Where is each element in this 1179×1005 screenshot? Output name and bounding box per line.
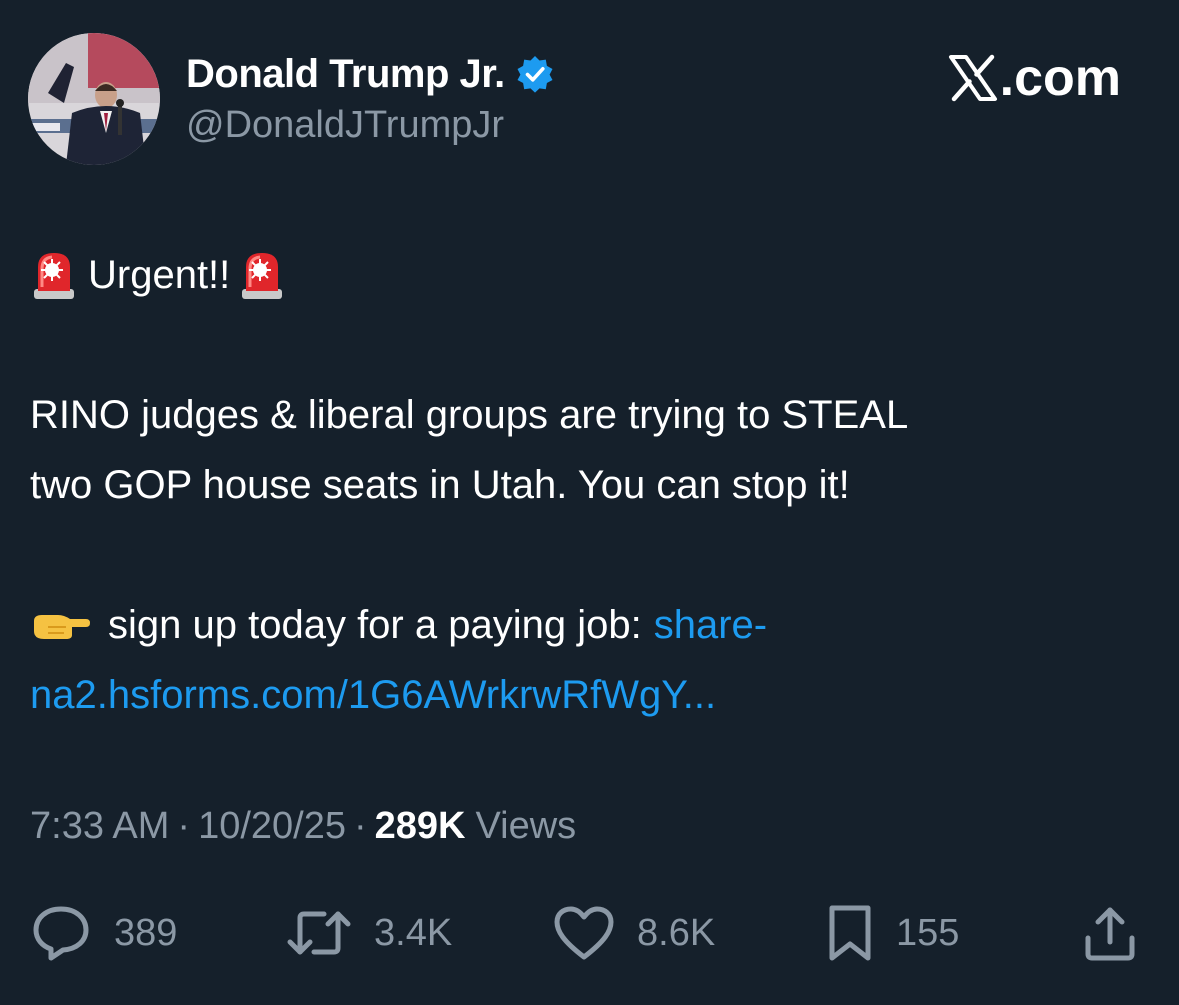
cta-line: sign up today for a paying job: share- (30, 590, 767, 660)
bookmark-icon (829, 905, 871, 961)
author-name-row[interactable]: Donald Trump Jr. (186, 50, 555, 98)
bookmark-count: 155 (896, 911, 960, 954)
reply-icon (33, 906, 89, 961)
cta-text: sign up today for a paying job: (108, 603, 642, 647)
bookmark-button[interactable]: 155 (826, 898, 959, 968)
retweet-icon (287, 911, 351, 955)
urgent-line: Urgent!! (30, 240, 286, 310)
tweet-text-line-1: RINO judges & liberal groups are trying … (30, 393, 909, 437)
tweet-time[interactable]: 7:33 AM (30, 805, 169, 848)
x-com-logo: .com (948, 48, 1121, 108)
share-icon (1085, 907, 1135, 961)
verified-badge-icon (517, 56, 553, 93)
pointing-right-emoji-icon (34, 615, 90, 639)
reply-button[interactable]: 389 (30, 898, 177, 968)
reply-count: 389 (114, 911, 178, 954)
avatar[interactable] (28, 33, 160, 165)
share-button[interactable] (1082, 898, 1138, 968)
like-count: 8.6K (637, 911, 716, 954)
retweet-count: 3.4K (374, 911, 453, 954)
tweet-card: Donald Trump Jr. @DonaldJTrumpJr .com Ur… (0, 0, 1179, 1005)
like-button[interactable]: 8.6K (553, 898, 715, 968)
tweet-date[interactable]: 10/20/25 (198, 805, 346, 848)
meta-separator: · (354, 805, 367, 847)
views-count: 289K (374, 805, 466, 847)
tweet-meta: 7:33 AM · 10/20/25 · 289K Views (30, 805, 576, 848)
meta-separator: · (177, 805, 191, 847)
retweet-button[interactable]: 3.4K (286, 898, 452, 968)
form-link-part-1[interactable]: share- (654, 590, 767, 660)
site-logo-text: .com (999, 49, 1121, 107)
views-label: Views (475, 805, 577, 847)
action-bar: 389 3.4K 8.6K 155 (0, 898, 1179, 968)
urgent-text: Urgent!! (88, 253, 231, 297)
display-name[interactable]: Donald Trump Jr. (186, 52, 505, 97)
police-siren-emoji-icon (242, 253, 283, 299)
form-link-part-2[interactable]: na2.hsforms.com/1G6AWrkrwRfWgY... (30, 660, 716, 730)
police-siren-emoji-icon (34, 253, 74, 299)
heart-icon (554, 906, 614, 960)
x-logo-icon (948, 54, 997, 102)
tweet-text-line-2: two GOP house seats in Utah. You can sto… (30, 463, 850, 507)
author-handle[interactable]: @DonaldJTrumpJr (186, 104, 504, 147)
